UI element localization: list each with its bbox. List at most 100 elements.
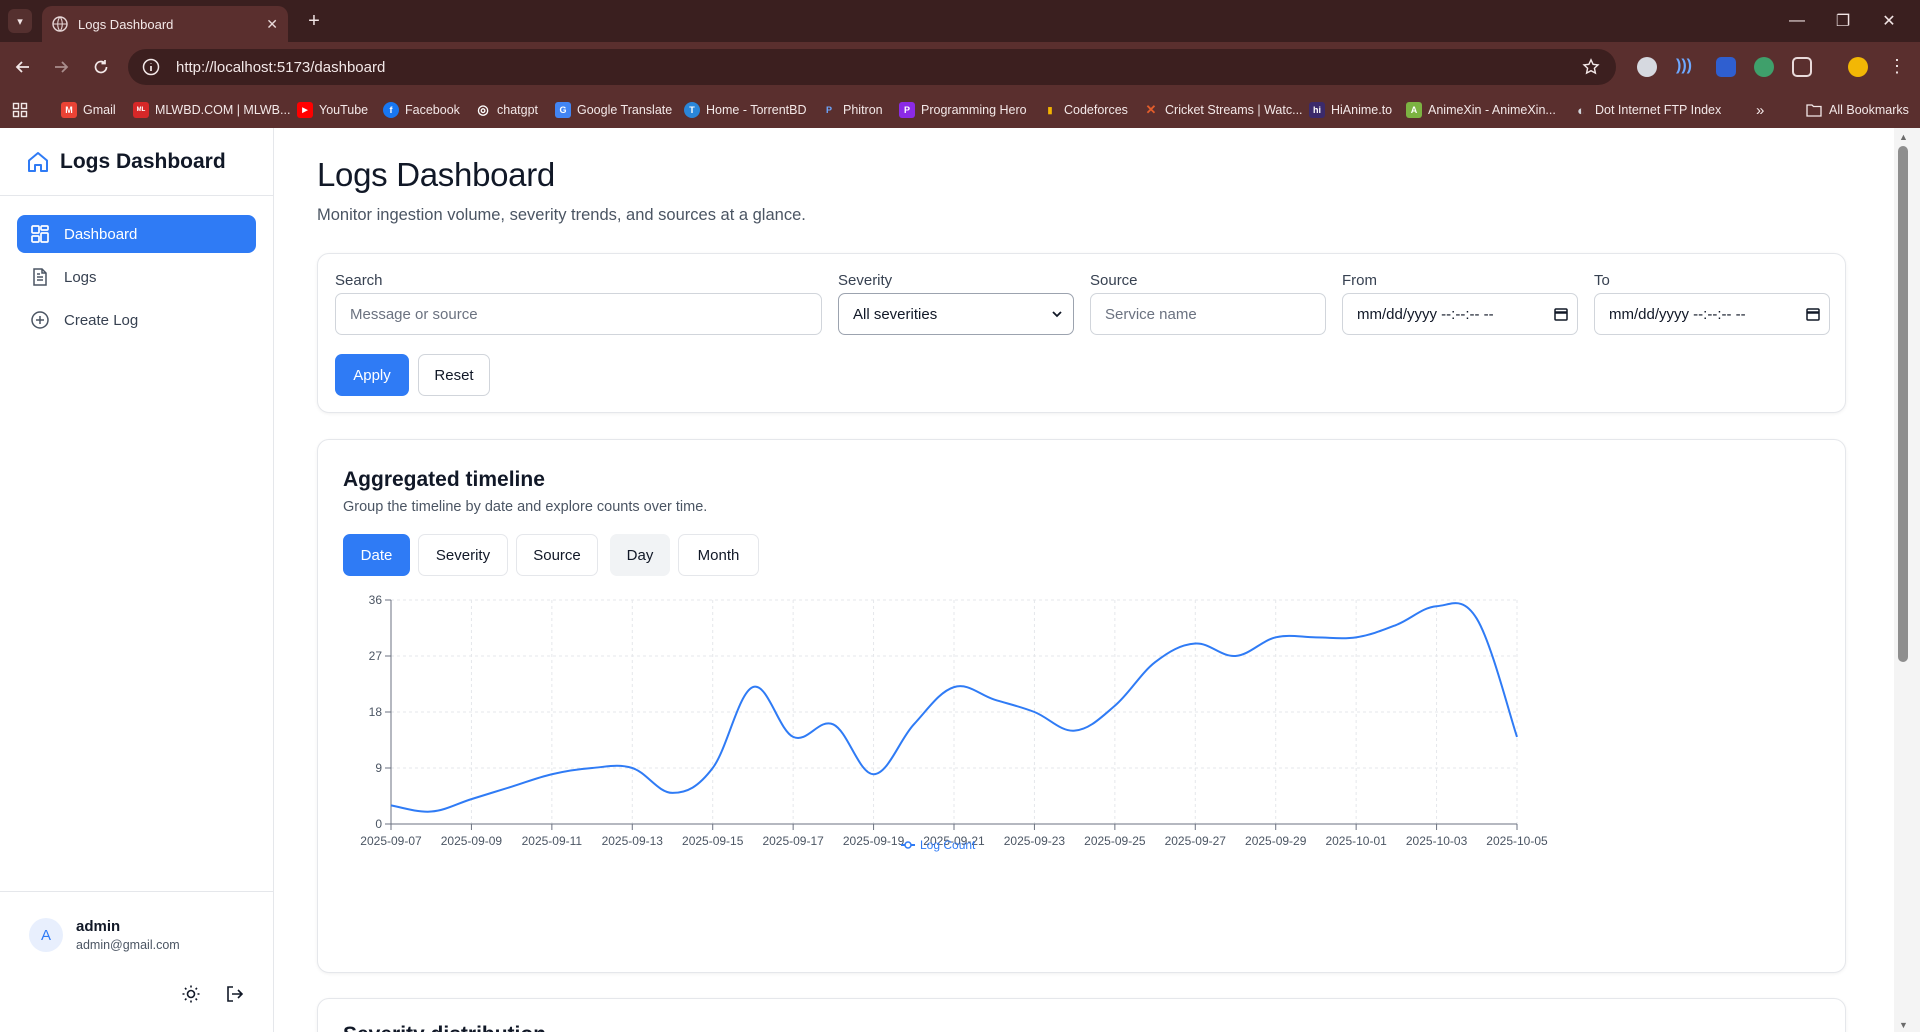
profile-avatar-icon[interactable] [1848,57,1868,77]
extensions-puzzle-icon[interactable] [1792,57,1812,77]
bookmark-programming-hero[interactable]: P Programming Hero [899,101,1027,119]
browser-menu-icon[interactable]: ⋮ [1888,56,1906,77]
tab-search-button[interactable]: ▾ [8,9,32,33]
bookmark-ftp-index[interactable]: ◐ Dot Internet FTP Index [1573,101,1721,119]
group-by-date-button[interactable]: Date [343,534,410,576]
from-label: From [1342,272,1377,289]
from-datetime-input[interactable]: mm/dd/yyyy --:--:-- -- [1342,293,1578,335]
logout-icon [227,986,244,1002]
y-tick-label: 36 [369,593,383,607]
x-tick-label: 2025-09-29 [1245,834,1307,848]
scroll-up-arrow[interactable]: ▲ [1899,132,1908,142]
bookmark-star-icon[interactable] [1582,58,1600,76]
to-label: To [1594,272,1610,289]
x-tick-label: 2025-09-19 [843,834,905,848]
bookmarks-bar: M Gmail ML MLWBD.COM | MLWB... ▶ YouTube fF… [0,92,1920,128]
chart-legend: Log Count [901,838,976,852]
to-datetime-value: mm/dd/yyyy --:--:-- -- [1609,305,1746,323]
interval-day-button[interactable]: Day [610,534,670,576]
close-tab-icon[interactable]: ✕ [266,16,278,33]
severity-distribution-card: Severity distribution [317,998,1846,1032]
brand-title: Logs Dashboard [60,150,226,173]
bookmark-hianime[interactable]: hi HiAnime.to [1309,101,1392,119]
bookmark-google-translate[interactable]: G Google Translate [555,101,672,119]
gmail-icon: M [61,102,77,118]
sidebar-item-dashboard[interactable]: Dashboard [17,215,256,253]
group-by-severity-button[interactable]: Severity [418,534,508,576]
apply-button[interactable]: Apply [335,354,409,396]
all-bookmarks[interactable]: All Bookmarks [1806,101,1909,119]
tab-title: Logs Dashboard [78,16,174,32]
theme-toggle-button[interactable] [179,982,203,1006]
sidebar-item-label: Create Log [64,311,139,329]
back-button[interactable] [11,55,35,79]
mlwbd-icon: ML [133,102,149,118]
apps-grid-icon[interactable] [12,101,28,119]
hianime-icon: hi [1309,102,1325,118]
browser-tab-bar: ▾ Logs Dashboard ✕ + — ❐ ✕ [0,0,1920,42]
sidebar-item-logs[interactable]: Logs [17,258,256,296]
reload-icon [94,60,108,74]
group-by-source-button[interactable]: Source [516,534,598,576]
timeline-card: Aggregated timeline Group the timeline b… [317,439,1846,973]
extension-icon-3[interactable] [1716,57,1736,77]
logout-button[interactable] [223,982,247,1006]
bookmark-youtube[interactable]: ▶ YouTube [297,101,368,119]
minimize-button[interactable]: — [1774,8,1820,34]
bookmark-cricket-streams[interactable]: ✕ Cricket Streams | Watc... [1143,101,1303,119]
search-input[interactable]: Message or source [335,293,822,335]
extension-icon-2[interactable]: ))) [1676,57,1696,77]
restore-button[interactable]: ❐ [1820,8,1866,34]
url-text: http://localhost:5173/dashboard [176,58,386,76]
globe-icon [52,16,68,32]
youtube-icon: ▶ [297,102,313,118]
interval-month-button[interactable]: Month [678,534,759,576]
bookmark-mlwbd[interactable]: ML MLWBD.COM | MLWB... [133,101,290,119]
severity-select[interactable]: All severities [838,293,1074,335]
calendar-icon[interactable] [1805,306,1821,322]
main-content: Logs Dashboard Monitor ingestion volume,… [274,128,1894,1032]
bookmark-phitron[interactable]: P Phitron [821,101,883,119]
close-window-button[interactable]: ✕ [1866,8,1912,34]
brand[interactable]: Logs Dashboard [26,150,226,174]
user-email: admin@gmail.com [76,938,180,952]
severity-label: Severity [838,272,893,289]
address-bar[interactable]: http://localhost:5173/dashboard [128,49,1616,85]
sidebar-item-label: Logs [64,268,97,286]
scroll-down-arrow[interactable]: ▼ [1899,1020,1908,1030]
y-tick-label: 0 [375,817,382,831]
bookmark-facebook[interactable]: f Facebook [383,101,460,119]
divider [0,195,274,196]
bookmark-animexin[interactable]: A AnimeXin - AnimeXin... [1406,101,1556,119]
from-field: From mm/dd/yyyy --:--:-- -- [1342,272,1578,335]
extension-icon-1[interactable] [1637,57,1657,77]
x-tick-label: 2025-09-15 [682,834,744,848]
filters-card: Search Message or source Severity All se… [317,253,1846,413]
sidebar-item-create-log[interactable]: Create Log [17,301,256,339]
bookmark-torrentbd[interactable]: T Home - TorrentBD [684,101,807,119]
animexin-icon: A [1406,102,1422,118]
x-tick-label: 2025-09-17 [762,834,824,848]
x-tick-label: 2025-09-09 [441,834,503,848]
torrentbd-icon: T [684,102,700,118]
severity-field: Severity All severities [838,272,1074,335]
forward-button[interactable] [49,55,73,79]
browser-toolbar: http://localhost:5173/dashboard ))) ⋮ [0,42,1920,92]
browser-tab[interactable]: Logs Dashboard ✕ [42,6,288,42]
bookmark-gmail[interactable]: M Gmail [61,101,116,119]
reset-button[interactable]: Reset [418,354,490,396]
source-input[interactable]: Service name [1090,293,1326,335]
site-info-icon[interactable] [142,58,160,76]
extension-icon-4[interactable] [1754,57,1774,77]
timeline-title: Aggregated timeline [343,468,545,491]
bookmark-codeforces[interactable]: ▮ Codeforces [1042,101,1128,119]
new-tab-button[interactable]: + [302,9,326,33]
source-label: Source [1090,272,1138,289]
more-bookmarks-icon[interactable]: » [1756,101,1764,119]
reload-button[interactable] [89,55,113,79]
calendar-icon[interactable] [1553,306,1569,322]
scrollbar-thumb[interactable] [1898,146,1908,662]
to-datetime-input[interactable]: mm/dd/yyyy --:--:-- -- [1594,293,1830,335]
programming-hero-icon: P [899,102,915,118]
bookmark-chatgpt[interactable]: ◎ chatgpt [475,101,538,119]
